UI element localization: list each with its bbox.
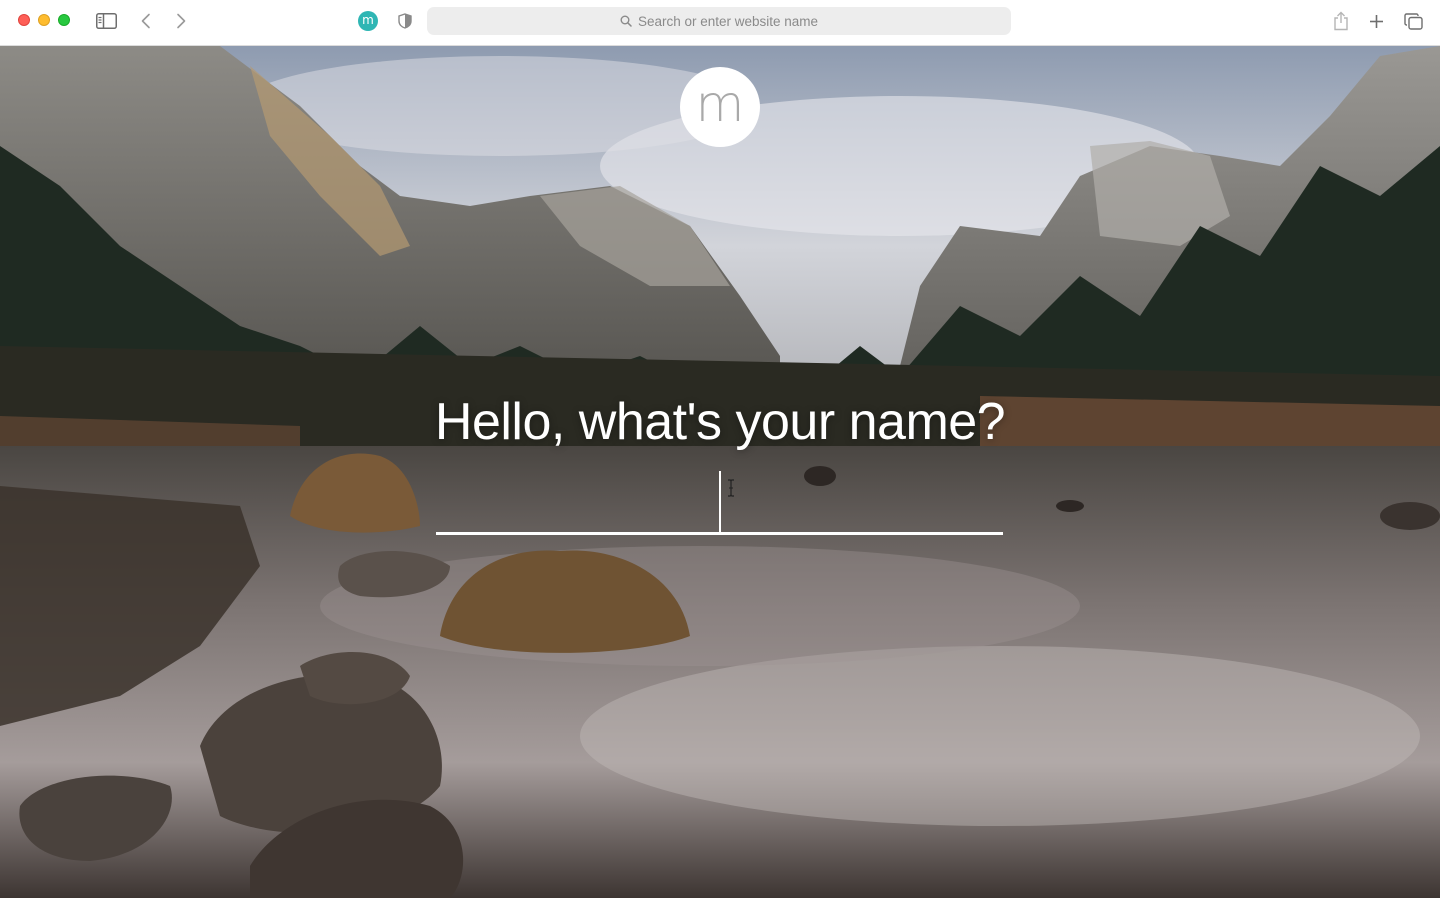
new-tab-icon[interactable] (1365, 10, 1387, 32)
background-landscape: m Hello, what's your name? (0, 46, 1440, 898)
app-logo: m (680, 67, 760, 147)
back-icon[interactable] (135, 10, 157, 32)
search-icon (620, 15, 632, 27)
greeting-prompt: Hello, what's your name? (434, 393, 1006, 451)
share-icon[interactable] (1330, 10, 1352, 32)
text-caret (719, 471, 721, 535)
forward-icon[interactable] (170, 10, 192, 32)
sidebar-icon[interactable] (95, 10, 117, 32)
browser-toolbar: m Search or enter website name (0, 0, 1440, 46)
address-placeholder: Search or enter website name (637, 13, 819, 29)
privacy-shield-icon[interactable] (394, 10, 416, 32)
minimize-window-button[interactable] (38, 14, 50, 26)
address-bar[interactable]: Search or enter website name (427, 7, 1011, 35)
site-favicon[interactable]: m (358, 11, 378, 31)
zoom-window-button[interactable] (58, 14, 70, 26)
text-cursor-icon (728, 479, 734, 497)
close-window-button[interactable] (18, 14, 30, 26)
tab-overview-icon[interactable] (1402, 10, 1424, 32)
